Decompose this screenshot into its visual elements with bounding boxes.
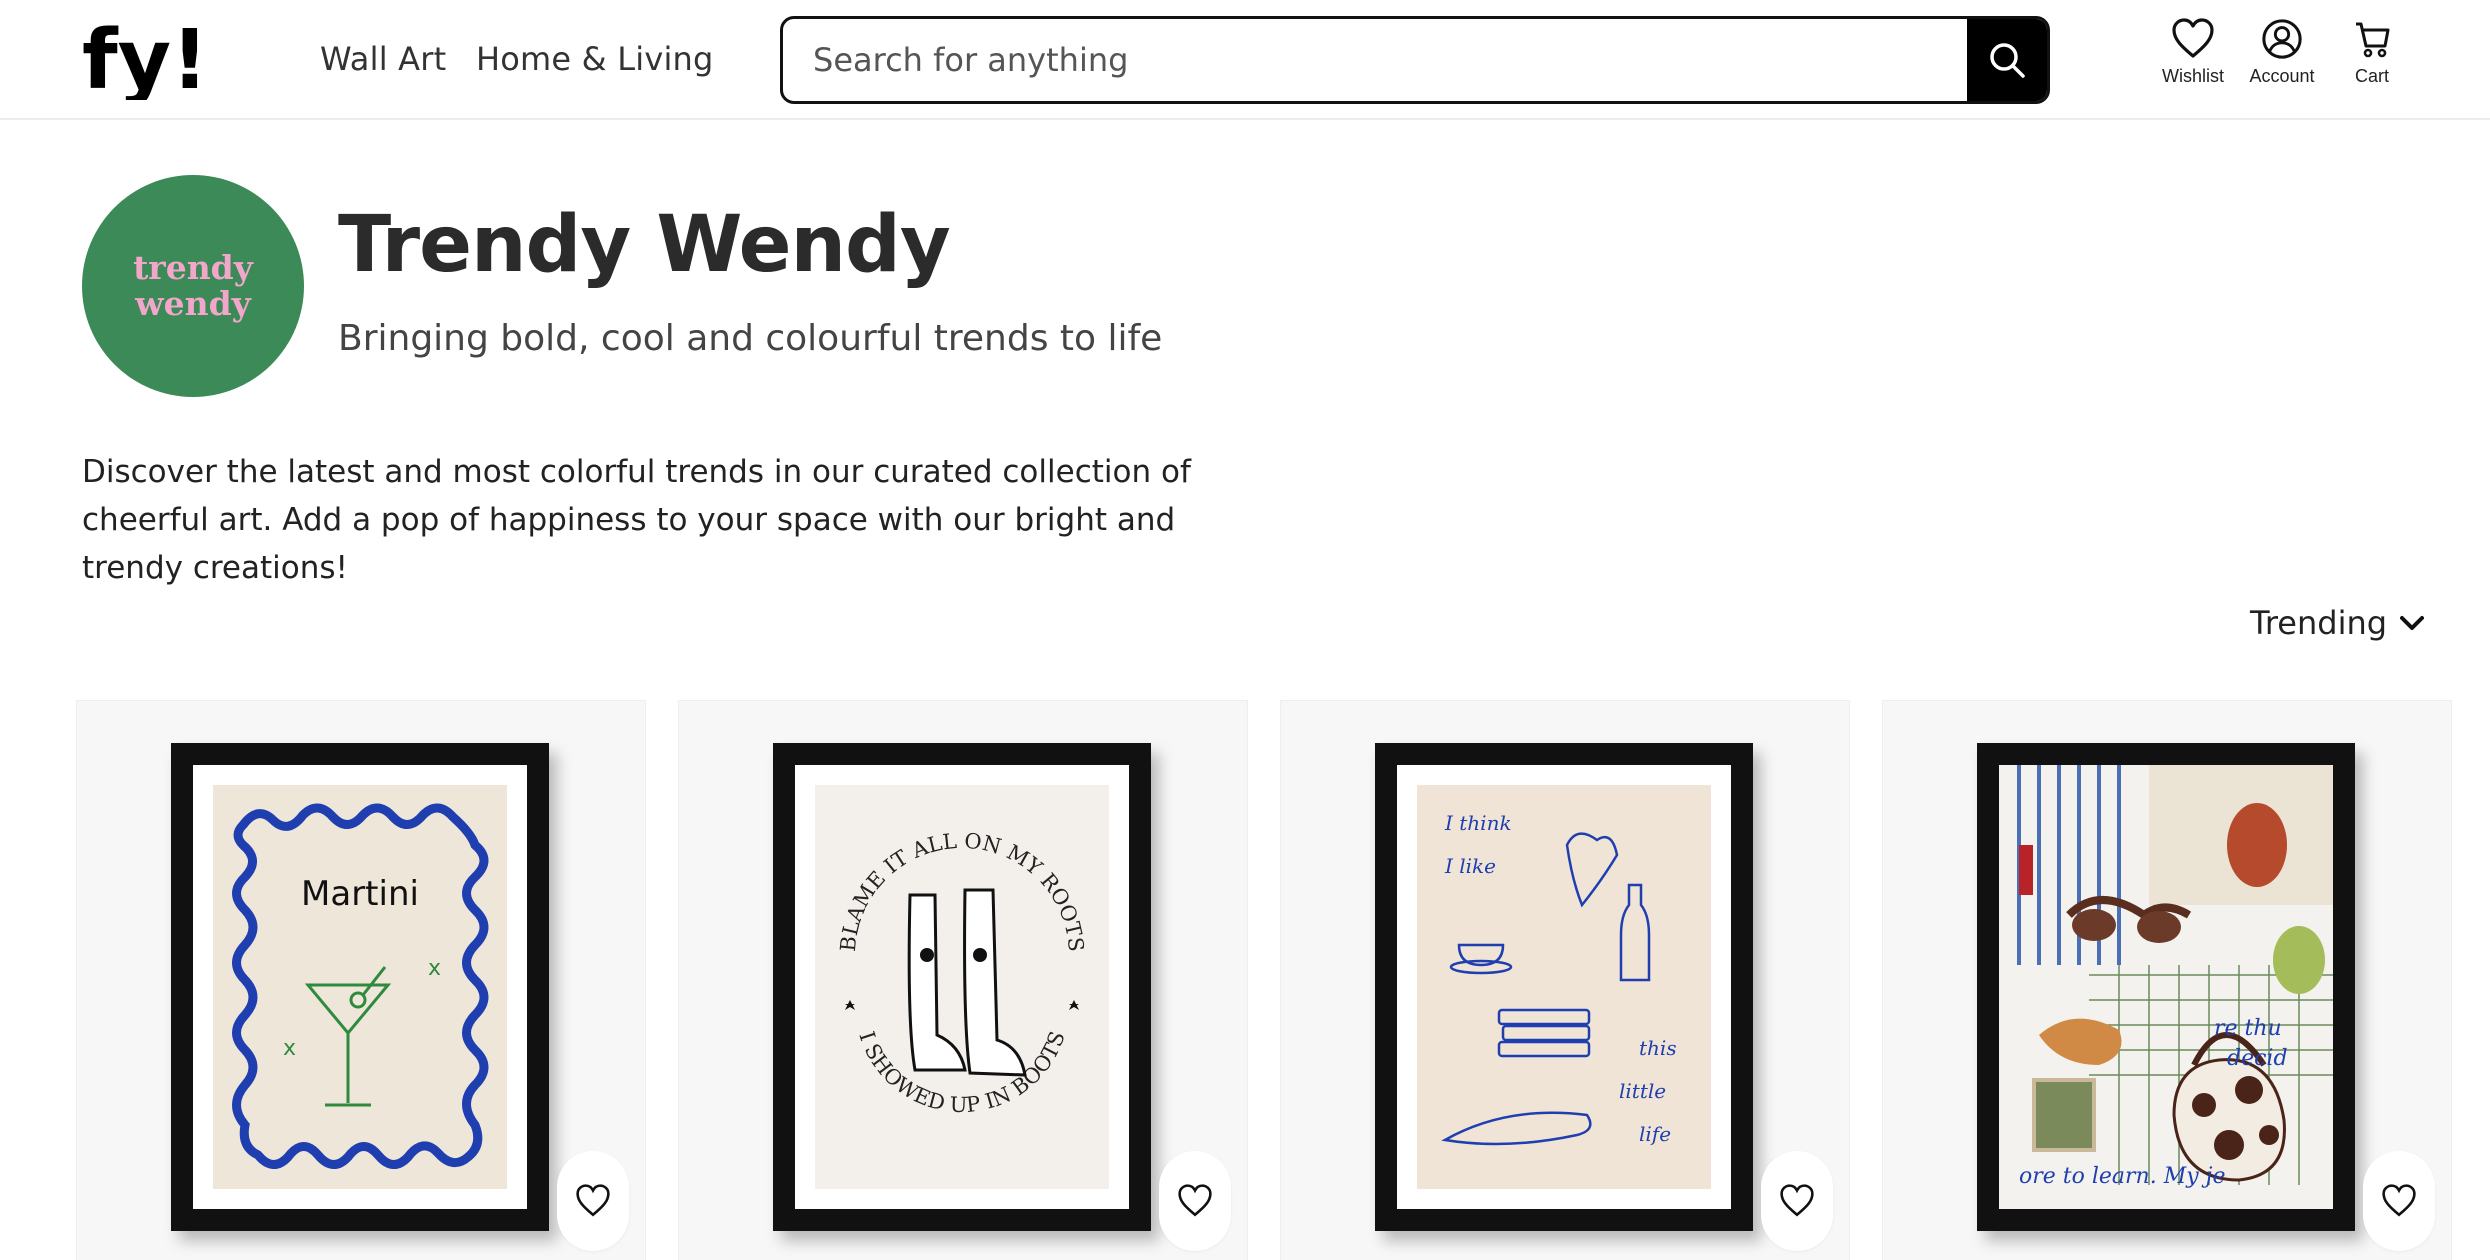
shop-description: Discover the latest and most colorful tr… bbox=[82, 454, 1191, 586]
favorite-button[interactable] bbox=[557, 1151, 629, 1251]
art-text-line: re thu bbox=[2214, 1016, 2282, 1041]
art-text-line: decid bbox=[2227, 1046, 2288, 1071]
wishlist-button[interactable]: Wishlist bbox=[2148, 18, 2238, 87]
heart-icon bbox=[1780, 1184, 1814, 1217]
avatar-text-line1: trendy bbox=[133, 248, 253, 287]
product-card[interactable]: BLAME IT ALL ON MY ROOTS I SHOWED UP IN … bbox=[678, 700, 1248, 1260]
heart-icon bbox=[576, 1184, 610, 1217]
product-card[interactable]: I think I like this little life bbox=[1280, 700, 1850, 1260]
cart-button[interactable]: Cart bbox=[2327, 18, 2417, 87]
product-card[interactable]: Martini x x bbox=[76, 700, 646, 1260]
art-text-line: little bbox=[1619, 1079, 1666, 1103]
art-text-line: this bbox=[1639, 1036, 1677, 1060]
favorite-button[interactable] bbox=[1159, 1151, 1231, 1251]
cart-label: Cart bbox=[2354, 66, 2389, 86]
sort-label: Trending bbox=[2250, 604, 2388, 642]
product-artwork-little-life: I think I like this little life bbox=[1417, 785, 1711, 1189]
art-text-line: life bbox=[1639, 1122, 1671, 1146]
search-button[interactable] bbox=[1967, 19, 2047, 101]
art-text-line: I think bbox=[1444, 811, 1512, 835]
shop-title: Trendy Wendy bbox=[338, 200, 951, 290]
logo-wordmark: fy! bbox=[82, 22, 209, 100]
product-artwork-collage: re thu decid ore to learn. My je bbox=[1999, 765, 2333, 1209]
art-text-line: I like bbox=[1444, 854, 1496, 878]
svg-text:x: x bbox=[283, 1036, 296, 1061]
chevron-down-icon bbox=[2400, 616, 2425, 630]
svg-text:I SHOWED UP IN BOOTS: I SHOWED UP IN BOOTS bbox=[854, 1028, 1069, 1117]
art-text-martini: Martini bbox=[301, 874, 419, 914]
art-text-top: BLAME IT ALL ON MY ROOTS bbox=[836, 829, 1088, 953]
nav-home-living[interactable]: Home & Living bbox=[476, 40, 714, 78]
heart-icon bbox=[2382, 1184, 2416, 1217]
avatar-text-line2: wendy bbox=[135, 284, 251, 323]
search-icon bbox=[1990, 43, 2025, 78]
art-text-bottom: I SHOWED UP IN BOOTS bbox=[854, 1028, 1069, 1117]
shop-tagline: Bringing bold, cool and colourful trends… bbox=[338, 318, 1163, 359]
search-input[interactable] bbox=[783, 19, 1969, 101]
product-frame: re thu decid ore to learn. My je bbox=[1977, 743, 2355, 1231]
wishlist-label: Wishlist bbox=[2162, 66, 2224, 86]
product-frame: I think I like this little life bbox=[1375, 743, 1753, 1231]
cart-icon bbox=[2356, 22, 2390, 58]
heart-icon bbox=[1178, 1184, 1212, 1217]
product-artwork-martini: Martini x x bbox=[213, 785, 507, 1189]
product-frame: BLAME IT ALL ON MY ROOTS I SHOWED UP IN … bbox=[773, 743, 1151, 1231]
art-text-line: ore to learn. My je bbox=[2019, 1164, 2226, 1189]
fy-logo[interactable]: fy! bbox=[82, 13, 232, 108]
product-frame: Martini x x bbox=[171, 743, 549, 1231]
svg-text:BLAME IT ALL ON MY ROOTS: BLAME IT ALL ON MY ROOTS bbox=[836, 829, 1088, 953]
favorite-button[interactable] bbox=[2363, 1151, 2435, 1251]
user-circle-icon bbox=[2262, 19, 2302, 59]
product-artwork-boots: BLAME IT ALL ON MY ROOTS I SHOWED UP IN … bbox=[815, 785, 1109, 1189]
top-header: fy! Wall Art Home & Living Wishlist Acco… bbox=[0, 0, 2490, 120]
account-label: Account bbox=[2249, 66, 2315, 86]
nav-wall-art[interactable]: Wall Art bbox=[320, 40, 446, 78]
shop-avatar[interactable]: trendy wendy bbox=[82, 175, 304, 397]
svg-text:x: x bbox=[428, 956, 441, 981]
heart-icon bbox=[2172, 18, 2214, 58]
sort-dropdown[interactable]: Trending bbox=[2250, 604, 2425, 642]
favorite-button[interactable] bbox=[1761, 1151, 1833, 1251]
account-button[interactable]: Account bbox=[2237, 18, 2327, 87]
product-card[interactable]: re thu decid ore to learn. My je bbox=[1882, 700, 2452, 1260]
search-bar bbox=[780, 16, 2050, 104]
